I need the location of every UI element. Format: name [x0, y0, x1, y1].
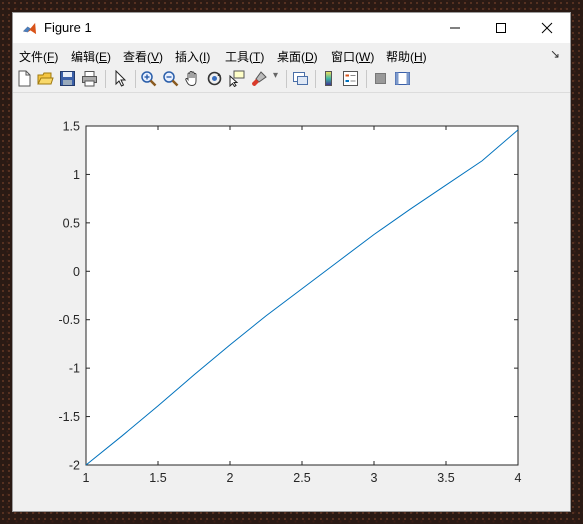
y-tick-label: 1	[73, 168, 80, 182]
menu-desktop-key: D	[305, 50, 314, 64]
y-tick-label: -0.5	[58, 313, 80, 327]
toolbar-separator	[105, 70, 106, 88]
menu-edit[interactable]: 编辑(E)	[71, 48, 111, 65]
menu-window-key: W	[359, 50, 371, 64]
menu-desktop[interactable]: 桌面(D)	[277, 48, 318, 65]
maximize-icon	[496, 23, 506, 33]
link-plot-icon[interactable]	[292, 70, 309, 87]
legend-icon[interactable]	[342, 70, 359, 87]
menu-insert-end: )	[206, 50, 211, 64]
menu-edit-key: E	[99, 50, 108, 64]
zoom-in-icon[interactable]	[140, 70, 157, 87]
x-tick-label: 1	[83, 471, 90, 485]
menu-view-label: 查看(	[123, 50, 151, 64]
x-tick-label: 3.5	[437, 471, 454, 485]
menu-tools[interactable]: 工具(T)	[225, 48, 264, 65]
menu-edit-label: 编辑(	[71, 50, 99, 64]
title-bar[interactable]: Figure 1	[13, 13, 570, 43]
menu-desktop-end: )	[313, 50, 318, 64]
menu-window-label: 窗口(	[331, 50, 359, 64]
toolbar-separator	[315, 70, 316, 88]
toolbar-separator	[135, 70, 136, 88]
axes-box[interactable]	[85, 125, 519, 466]
menu-insert-label: 插入(	[175, 50, 203, 64]
maximize-button[interactable]	[478, 13, 524, 43]
toolbar-separator	[286, 70, 287, 88]
menu-bar: 文件(F) 编辑(E) 查看(V) 插入(I) 工具(T) 桌面(D) 窗口(W…	[13, 44, 570, 66]
colorbar-icon[interactable]	[320, 70, 337, 87]
menu-overflow-arrow[interactable]: ↘	[550, 47, 560, 61]
menu-window[interactable]: 窗口(W)	[331, 48, 374, 65]
menu-help-key: H	[414, 50, 423, 64]
y-tick-label: 0	[73, 265, 80, 279]
y-tick-label: -2	[69, 459, 80, 473]
menu-file-label: 文件(	[19, 50, 47, 64]
close-button[interactable]	[524, 13, 570, 43]
open-file-icon[interactable]	[37, 70, 54, 87]
toolbar-separator	[366, 70, 367, 88]
show-plot-tools-icon[interactable]	[394, 70, 411, 87]
line-plot[interactable]: 1 1.5 2 2.5 3 3.5 4 1.5 1 0.5 0 -0.5 -1 -1.5 -2	[13, 93, 570, 511]
y-tick-label: 0.5	[63, 216, 80, 230]
y-tick-label: 1.5	[63, 120, 80, 134]
print-icon[interactable]	[81, 70, 98, 87]
minimize-icon	[450, 27, 460, 29]
rotate-3d-icon[interactable]	[206, 70, 223, 87]
menu-help-end: )	[422, 50, 427, 64]
close-icon	[541, 22, 553, 34]
brush-icon[interactable]	[251, 70, 268, 87]
save-icon[interactable]	[59, 70, 76, 87]
menu-edit-end: )	[107, 50, 112, 64]
x-tick-label: 4	[515, 471, 522, 485]
pointer-icon[interactable]	[112, 70, 129, 87]
x-tick-label: 1.5	[149, 471, 166, 485]
menu-tools-end: )	[260, 50, 265, 64]
menu-view-key: V	[151, 50, 160, 64]
figure-toolbar: ▾	[13, 66, 570, 93]
figure-window: Figure 1 文件(F) 编辑(E) 查看(V) 插入(I) 工具(T) 桌…	[12, 12, 571, 512]
figure-canvas[interactable]: 1 1.5 2 2.5 3 3.5 4 1.5 1 0.5 0 -0.5 -1 -1.5 -2	[13, 93, 570, 511]
menu-insert[interactable]: 插入(I)	[175, 48, 210, 65]
matlab-logo-icon	[22, 21, 37, 36]
menu-desktop-label: 桌面(	[277, 50, 305, 64]
menu-file-end: )	[54, 50, 59, 64]
menu-window-end: )	[370, 50, 375, 64]
menu-file[interactable]: 文件(F)	[19, 48, 58, 65]
pan-hand-icon[interactable]	[184, 70, 201, 87]
new-figure-icon[interactable]	[16, 70, 33, 87]
minimize-button[interactable]	[432, 13, 478, 43]
menu-view[interactable]: 查看(V)	[123, 48, 163, 65]
brush-dropdown-arrow[interactable]: ▾	[273, 70, 278, 81]
window-title: Figure 1	[44, 20, 92, 35]
x-tick-label: 2.5	[293, 471, 310, 485]
y-tick-label: -1.5	[58, 410, 80, 424]
hide-plot-tools-icon[interactable]	[372, 70, 389, 87]
zoom-out-icon[interactable]	[162, 70, 179, 87]
y-tick-label: -1	[69, 362, 80, 376]
data-cursor-icon[interactable]	[228, 70, 245, 87]
menu-tools-label: 工具(	[225, 50, 253, 64]
x-tick-label: 3	[371, 471, 378, 485]
menu-help-label: 帮助(	[386, 50, 414, 64]
menu-help[interactable]: 帮助(H)	[386, 48, 427, 65]
menu-view-end: )	[159, 50, 164, 64]
x-tick-label: 2	[227, 471, 234, 485]
